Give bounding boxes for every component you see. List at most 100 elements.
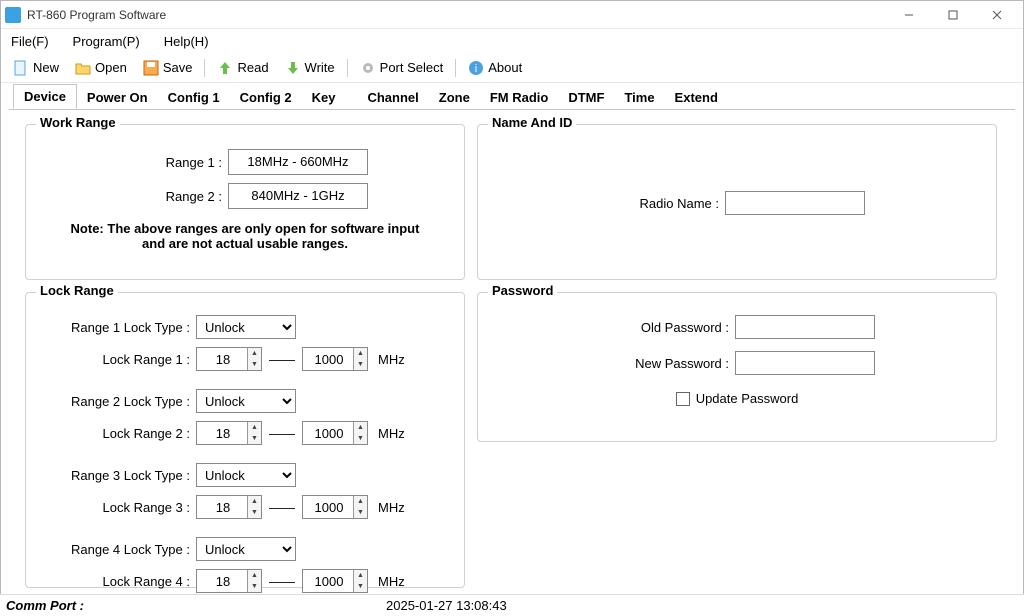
spin-up-icon[interactable]: ▲ (354, 348, 367, 359)
title-bar: RT-860 Program Software (1, 1, 1023, 29)
maximize-button[interactable] (931, 1, 975, 29)
lock-range-4-low-spinner[interactable]: ▲▼ (196, 569, 262, 593)
window-title: RT-860 Program Software (27, 8, 887, 22)
toolbar: New Open Save Read Write Port Select i A… (1, 53, 1023, 83)
spin-up-icon[interactable]: ▲ (354, 570, 367, 581)
spin-down-icon[interactable]: ▼ (354, 581, 367, 592)
lock-range-3-low-spinner[interactable]: ▲▼ (196, 495, 262, 519)
tab-power-on[interactable]: Power On (77, 86, 158, 109)
update-password-label: Update Password (696, 391, 799, 406)
toolbar-write[interactable]: Write (279, 58, 341, 78)
lock-range-4-unit: MHz (378, 574, 405, 589)
work-range-2-value: 840MHz - 1GHz (228, 183, 368, 209)
work-range-1-value: 18MHz - 660MHz (228, 149, 368, 175)
minimize-button[interactable] (887, 1, 931, 29)
group-lock-range: Lock Range Range 1 Lock Type :UnlockLock… (25, 292, 465, 588)
lock-range-2-low-spinner[interactable]: ▲▼ (196, 421, 262, 445)
lock-range-3-high-spinner[interactable]: ▲▼ (302, 495, 368, 519)
tab-key[interactable]: Key (302, 86, 346, 109)
spin-down-icon[interactable]: ▼ (248, 433, 261, 444)
radio-name-input[interactable] (725, 191, 865, 215)
lock-range-1-type-select[interactable]: Unlock (196, 315, 296, 339)
update-password-checkbox[interactable] (676, 392, 690, 406)
spin-up-icon[interactable]: ▲ (248, 422, 261, 433)
tab-config-2[interactable]: Config 2 (230, 86, 302, 109)
menu-help[interactable]: Help(H) (160, 32, 213, 51)
spin-up-icon[interactable]: ▲ (354, 422, 367, 433)
group-lock-range-legend: Lock Range (36, 283, 118, 298)
spin-down-icon[interactable]: ▼ (354, 359, 367, 370)
toolbar-save[interactable]: Save (137, 58, 199, 78)
group-work-range-legend: Work Range (36, 115, 120, 130)
tab-device[interactable]: Device (13, 84, 77, 109)
tab-time[interactable]: Time (614, 86, 664, 109)
lock-range-4-type-select[interactable]: Unlock (196, 537, 296, 561)
group-password: Password Old Password : New Password : U… (477, 292, 997, 442)
lock-range-1-high-spinner[interactable]: ▲▼ (302, 347, 368, 371)
lock-range-1-type-label: Range 1 Lock Type : (44, 320, 190, 335)
lock-range-2-type-label: Range 2 Lock Type : (44, 394, 190, 409)
toolbar-about[interactable]: i About (462, 58, 528, 78)
toolbar-port-select[interactable]: Port Select (354, 58, 450, 78)
spin-down-icon[interactable]: ▼ (354, 507, 367, 518)
old-password-label: Old Password : (599, 320, 729, 335)
folder-open-icon (75, 60, 91, 76)
lock-range-4-type-label: Range 4 Lock Type : (44, 542, 190, 557)
arrow-down-icon (285, 60, 301, 76)
toolbar-new[interactable]: New (7, 58, 65, 78)
menu-bar: File(F) Program(P) Help(H) (1, 29, 1023, 53)
lock-range-1-low-spinner[interactable]: ▲▼ (196, 347, 262, 371)
group-name-id: Name And ID Radio Name : (477, 124, 997, 280)
spin-down-icon[interactable]: ▼ (248, 581, 261, 592)
lock-range-2-unit: MHz (378, 426, 405, 441)
lock-range-2-high-spinner[interactable]: ▲▼ (302, 421, 368, 445)
spin-up-icon[interactable]: ▲ (248, 496, 261, 507)
tab-channel[interactable]: Channel (357, 86, 428, 109)
lock-range-4-high-spinner[interactable]: ▲▼ (302, 569, 368, 593)
tab-dtmf[interactable]: DTMF (558, 86, 614, 109)
tab-extend[interactable]: Extend (665, 86, 728, 109)
new-password-label: New Password : (599, 356, 729, 371)
work-range-1-label: Range 1 : (122, 155, 222, 170)
work-range-2-label: Range 2 : (122, 189, 222, 204)
toolbar-separator (204, 59, 205, 77)
menu-file[interactable]: File(F) (7, 32, 53, 51)
spin-up-icon[interactable]: ▲ (248, 570, 261, 581)
range-dash: —— (268, 574, 296, 589)
spin-down-icon[interactable]: ▼ (248, 507, 261, 518)
lock-range-3-type-label: Range 3 Lock Type : (44, 468, 190, 483)
arrow-up-icon (217, 60, 233, 76)
app-icon (5, 7, 21, 23)
status-timestamp: 2025-01-27 13:08:43 (386, 598, 1018, 613)
toolbar-open[interactable]: Open (69, 58, 133, 78)
svg-text:i: i (475, 63, 477, 75)
lock-range-2-label: Lock Range 2 : (44, 426, 190, 441)
range-dash: —— (268, 500, 296, 515)
range-dash: —— (268, 426, 296, 441)
menu-program[interactable]: Program(P) (69, 32, 144, 51)
spin-up-icon[interactable]: ▲ (354, 496, 367, 507)
tab-fm-radio[interactable]: FM Radio (480, 86, 559, 109)
group-password-legend: Password (488, 283, 557, 298)
floppy-save-icon (143, 60, 159, 76)
info-icon: i (468, 60, 484, 76)
lock-range-1-label: Lock Range 1 : (44, 352, 190, 367)
lock-range-4-label: Lock Range 4 : (44, 574, 190, 589)
toolbar-read[interactable]: Read (211, 58, 274, 78)
new-password-input[interactable] (735, 351, 875, 375)
close-button[interactable] (975, 1, 1019, 29)
tab-content-device: Work Range Range 1 : 18MHz - 660MHz Rang… (9, 109, 1015, 593)
tab-config-1[interactable]: Config 1 (158, 86, 230, 109)
toolbar-separator (455, 59, 456, 77)
lock-range-3-type-select[interactable]: Unlock (196, 463, 296, 487)
spin-up-icon[interactable]: ▲ (248, 348, 261, 359)
work-range-note-line2: and are not actual usable ranges. (36, 236, 454, 251)
file-new-icon (13, 60, 29, 76)
group-work-range: Work Range Range 1 : 18MHz - 660MHz Rang… (25, 124, 465, 280)
tab-zone[interactable]: Zone (429, 86, 480, 109)
spin-down-icon[interactable]: ▼ (354, 433, 367, 444)
lock-range-2-type-select[interactable]: Unlock (196, 389, 296, 413)
radio-name-label: Radio Name : (609, 196, 719, 211)
spin-down-icon[interactable]: ▼ (248, 359, 261, 370)
old-password-input[interactable] (735, 315, 875, 339)
